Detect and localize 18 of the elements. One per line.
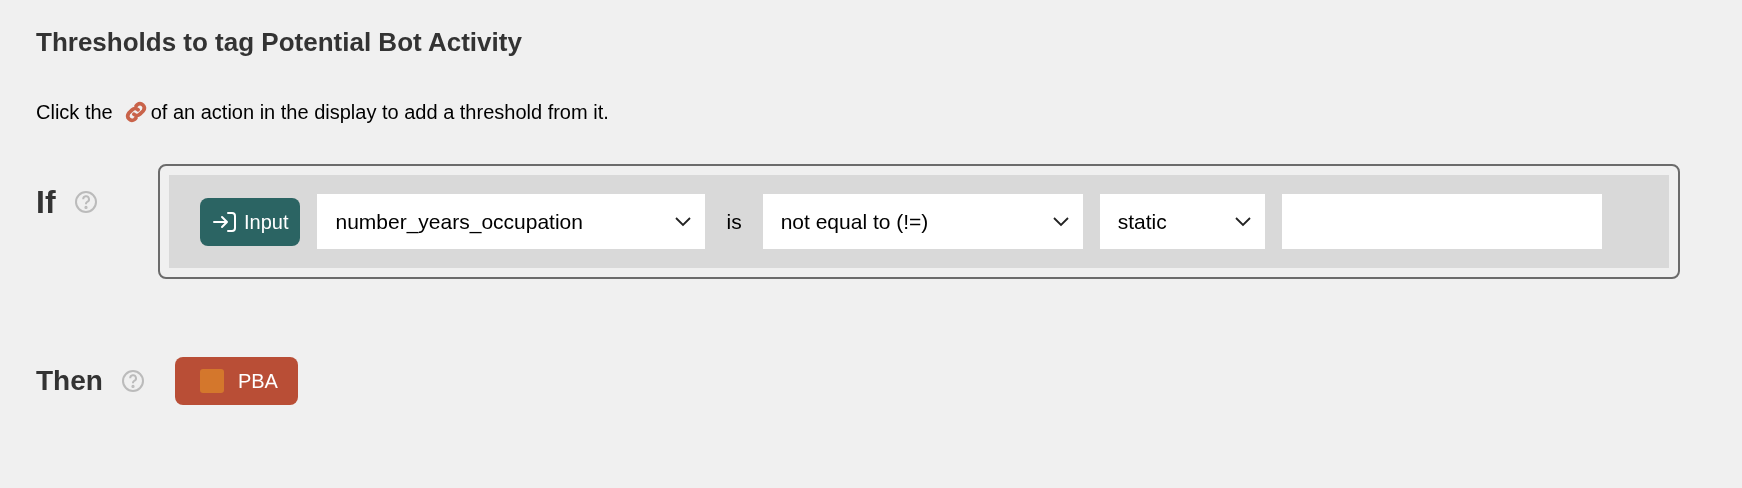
value-type-select[interactable]: static (1099, 194, 1265, 249)
instruction-text: Click the (36, 100, 113, 125)
value-input[interactable] (1281, 194, 1602, 249)
instruction-text: of an action in the display to add a threshold from it. (150, 100, 609, 125)
chevron-down-icon (1052, 216, 1069, 227)
operator-text: is (725, 208, 743, 235)
field-select[interactable]: number_years_occupation (317, 194, 706, 249)
action-label: Then (36, 364, 103, 398)
condition-label: If (36, 184, 56, 220)
sign-in-icon (212, 209, 238, 234)
section-title: Thresholds to tag Potential Bot Activity (36, 26, 523, 58)
chevron-down-icon (675, 216, 692, 227)
chevron-down-icon (1234, 216, 1251, 227)
tag-button[interactable]: PBA (174, 357, 298, 405)
help-icon[interactable] (120, 369, 145, 393)
operator-select[interactable]: not equal to (!=) (762, 194, 1083, 249)
help-icon[interactable] (73, 190, 98, 214)
input-chip[interactable]: Input (200, 197, 301, 246)
